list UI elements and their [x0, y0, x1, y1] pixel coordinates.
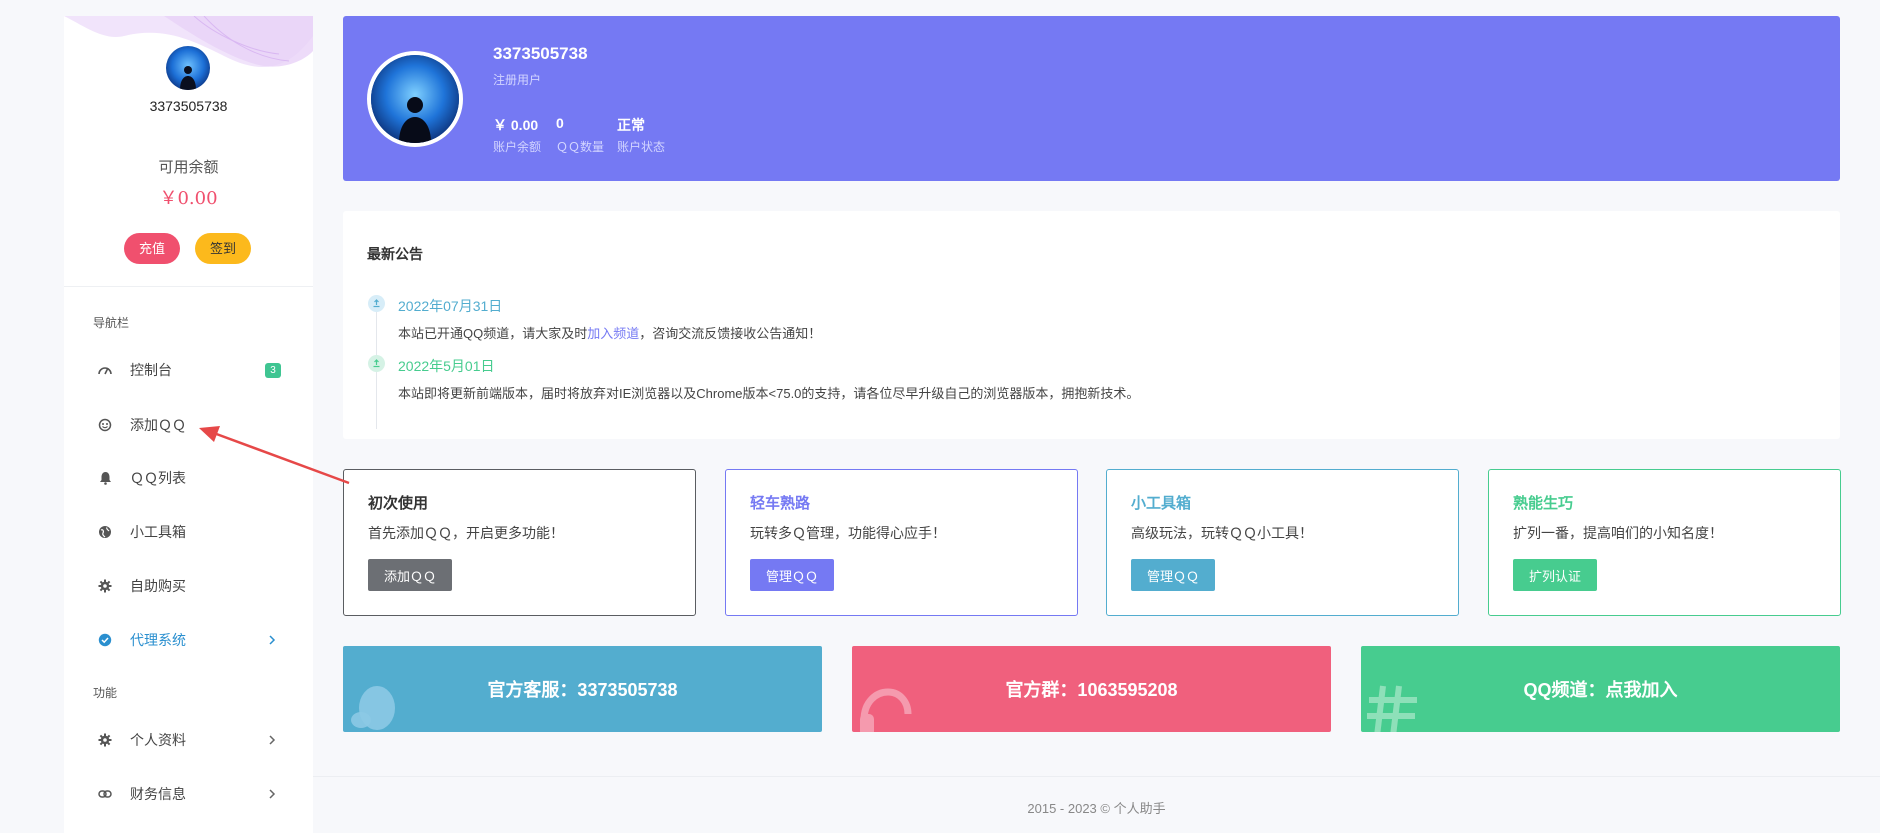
divider: [64, 286, 313, 287]
card-title: 熟能生巧: [1513, 495, 1574, 512]
card-desc: 高级玩法，玩转ＱＱ小工具！: [1131, 525, 1313, 541]
chevron-right-icon: [268, 632, 276, 648]
announcement-date: 2022年5月01日: [398, 358, 495, 374]
manage-qq-button[interactable]: 管理ＱＱ: [1131, 559, 1215, 591]
banner-text: QQ频道：点我加入: [1523, 680, 1678, 700]
verified-icon: [97, 632, 113, 648]
footer-copyright: 2015 - 2023 © 个人助手: [1027, 801, 1166, 816]
chevron-right-icon: [268, 786, 276, 802]
official-group-banner[interactable]: 官方群：1063595208: [852, 646, 1331, 732]
announcement-date: 2022年07月31日: [398, 298, 503, 314]
qq-penguin-icon: [347, 680, 403, 732]
bell-icon: [97, 470, 113, 486]
upload-icon: [368, 295, 385, 312]
announcement-title: 最新公告: [367, 246, 423, 262]
sidebar-item-qq-list[interactable]: ＱＱ列表: [64, 458, 313, 498]
link-icon: [97, 786, 113, 802]
sidebar-item-label: 个人资料: [130, 732, 186, 748]
announcement-text-part: ，咨询交流反馈接收公告通知！: [639, 326, 822, 341]
profile-username: 3373505738: [493, 44, 588, 63]
hashtag-icon: [1365, 680, 1425, 732]
card-desc: 扩列一番，提高咱们的小知名度！: [1513, 525, 1723, 541]
recharge-button[interactable]: 充值: [124, 233, 180, 264]
card-title: 轻车熟路: [750, 495, 811, 512]
card-title: 小工具箱: [1131, 495, 1192, 512]
announcement-panel: 最新公告 2022年07月31日 本站已开通QQ频道，请大家及时加入频道，咨询交…: [343, 211, 1840, 439]
footer-divider: [313, 776, 1880, 777]
announcement-text-part: 本站已开通QQ频道，请大家及时: [398, 326, 588, 341]
announcement-text: 本站即将更新前端版本，届时将放弃对IE浏览器以及Chrome版本<75.0的支持…: [398, 386, 1140, 401]
upload-icon: [368, 355, 385, 372]
join-channel-link[interactable]: 加入频道: [587, 326, 639, 341]
qq-icon: [97, 417, 113, 433]
balance-value: ￥0.00: [159, 188, 218, 209]
sidebar-item-label: 小工具箱: [130, 524, 186, 540]
card-desc: 玩转多Ｑ管理，功能得心应手！: [750, 525, 946, 541]
sidebar-item-finance[interactable]: 财务信息: [64, 774, 313, 814]
count-badge: 3: [265, 362, 281, 378]
sidebar-item-self-purchase[interactable]: 自助购买: [64, 566, 313, 606]
account-status-label: 账户状态: [617, 140, 666, 154]
add-qq-button[interactable]: 添加ＱＱ: [368, 559, 452, 591]
sidebar-item-agent-system[interactable]: 代理系统: [64, 620, 313, 660]
qq-count-value: 0: [556, 115, 564, 131]
dashboard-icon: [97, 362, 113, 378]
sidebar-item-label: 财务信息: [130, 786, 186, 802]
avatar[interactable]: [367, 51, 463, 147]
checkin-button[interactable]: 签到: [195, 233, 251, 264]
account-status-value: 正常: [617, 117, 645, 133]
card-practice: 熟能生巧 扩列一番，提高咱们的小知名度！ 扩列认证: [1488, 469, 1841, 616]
func-section-label: 功能: [93, 686, 118, 700]
manage-qq-button[interactable]: 管理ＱＱ: [750, 559, 834, 591]
card-experienced: 轻车熟路 玩转多Ｑ管理，功能得心应手！ 管理ＱＱ: [725, 469, 1078, 616]
sidebar-item-label: 控制台: [130, 362, 172, 378]
profile-header: 3373505738 注册用户 ￥ 0.00 账户余额 0 ＱＱ数量 正常 账户…: [343, 16, 1840, 181]
balance-value: ￥ 0.00: [493, 117, 539, 133]
card-toolbox: 小工具箱 高级玩法，玩转ＱＱ小工具！ 管理ＱＱ: [1106, 469, 1459, 616]
sidebar-item-profile[interactable]: 个人资料: [64, 720, 313, 760]
profile-role: 注册用户: [493, 73, 542, 87]
sidebar-username: 3373505738: [149, 98, 228, 114]
qq-channel-banner[interactable]: QQ频道：点我加入: [1361, 646, 1840, 732]
sidebar-item-toolbox[interactable]: 小工具箱: [64, 512, 313, 552]
banner-text: 官方客服：3373505738: [487, 680, 678, 700]
card-title: 初次使用: [368, 495, 429, 512]
avatar[interactable]: [166, 46, 210, 90]
card-desc: 首先添加ＱＱ，开启更多功能！: [368, 525, 564, 541]
headphones-icon: [856, 680, 916, 732]
gear-icon: [97, 578, 113, 594]
customer-service-banner[interactable]: 官方客服：3373505738: [343, 646, 822, 732]
globe-icon: [97, 524, 113, 540]
chevron-right-icon: [268, 732, 276, 748]
expand-certify-button[interactable]: 扩列认证: [1513, 559, 1597, 591]
banner-text: 官方群：1063595208: [1005, 680, 1178, 700]
sidebar: 3373505738 可用余额 ￥0.00 充值 签到 导航栏 控制台 3 添加…: [64, 16, 313, 833]
sidebar-item-label: 代理系统: [130, 632, 186, 648]
gear-icon: [97, 732, 113, 748]
sidebar-item-label: 自助购买: [130, 578, 186, 594]
sidebar-item-dashboard[interactable]: 控制台 3: [64, 350, 313, 390]
announcement-text: 本站已开通QQ频道，请大家及时加入频道，咨询交流反馈接收公告通知！: [398, 323, 821, 342]
balance-label: 可用余额: [158, 159, 219, 176]
sidebar-item-add-qq[interactable]: 添加ＱＱ: [64, 405, 313, 445]
sidebar-item-label: 添加ＱＱ: [130, 417, 186, 433]
card-first-use: 初次使用 首先添加ＱＱ，开启更多功能！ 添加ＱＱ: [343, 469, 696, 616]
qq-count-label: ＱＱ数量: [556, 140, 605, 154]
balance-label: 账户余额: [493, 140, 542, 154]
nav-section-label: 导航栏: [93, 316, 130, 330]
sidebar-item-label: ＱＱ列表: [130, 470, 186, 486]
